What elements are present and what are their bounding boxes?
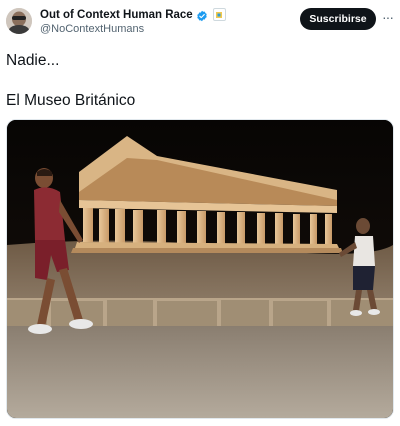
affiliate-badge-icon [212, 8, 226, 21]
subscribe-button[interactable]: Suscribirse [300, 8, 376, 30]
name-row: Out of Context Human Race [40, 8, 226, 21]
tweet-line-1: Nadie... [6, 52, 60, 69]
tweet-header: Out of Context Human Race @NoContextHuma… [0, 0, 400, 44]
avatar[interactable] [6, 8, 32, 34]
tweet-text: Nadie... El Museo Británico [6, 50, 394, 111]
tweet-photo[interactable] [6, 119, 394, 419]
account-handle[interactable]: @NoContextHumans [40, 23, 144, 35]
display-name[interactable]: Out of Context Human Race [40, 9, 193, 21]
verified-badge-icon [196, 9, 208, 21]
tweet-line-2: El Museo Británico [6, 92, 136, 109]
more-options-icon[interactable]: ··· [382, 9, 394, 25]
